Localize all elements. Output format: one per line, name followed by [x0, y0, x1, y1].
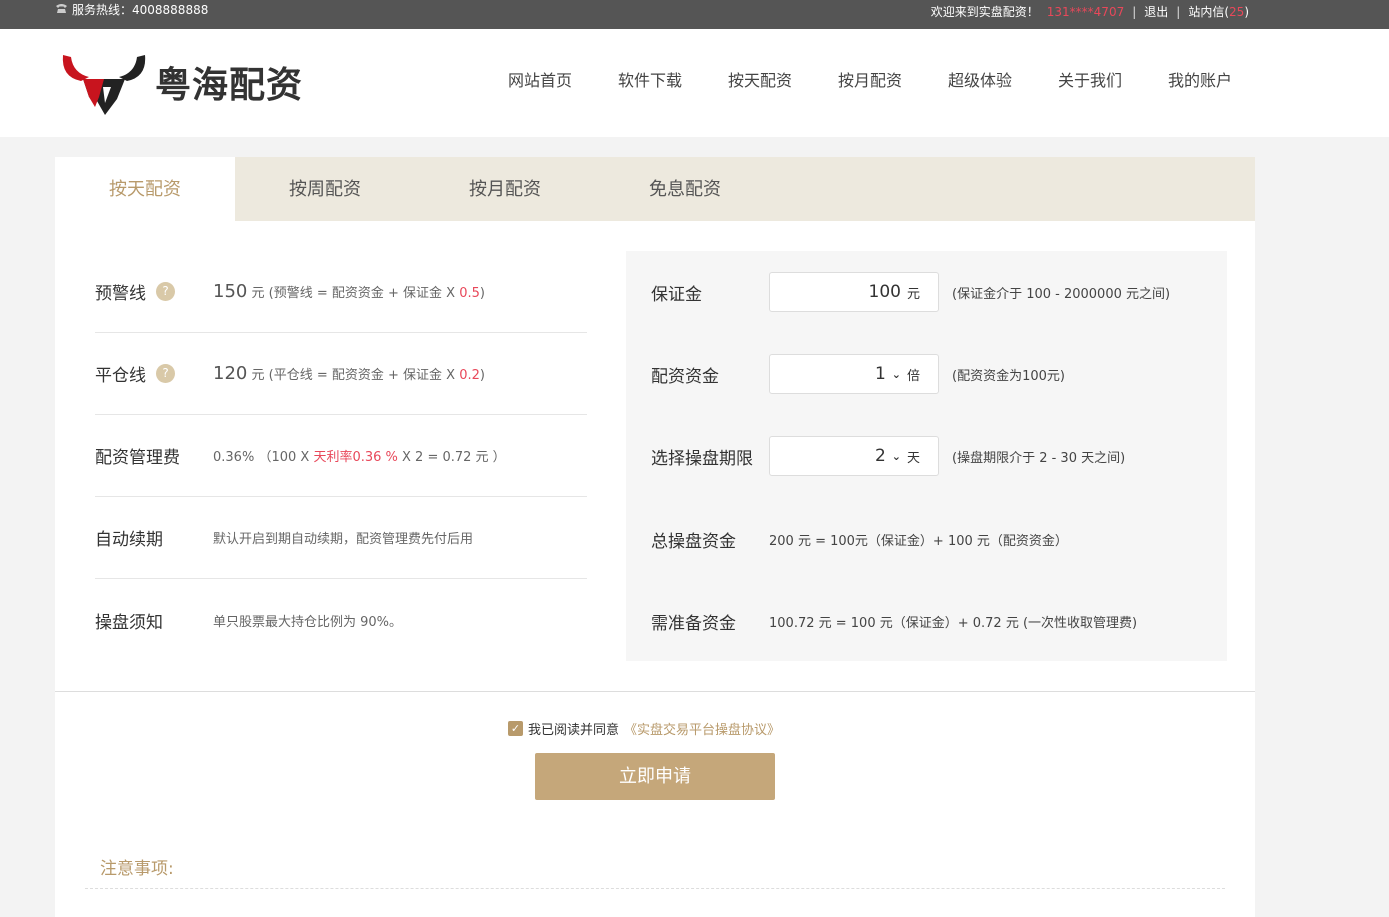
deposit-input[interactable]: 100 元 — [769, 272, 939, 312]
auto-renew-text: 默认开启到期自动续期，配资管理费先付后用 — [213, 532, 474, 547]
agreement-checkbox[interactable]: ✓ — [508, 721, 523, 736]
liquidation-line-row: 平仓线? 120 元 (平仓线 = 配资资金 + 保证金 X 0.2) — [95, 333, 587, 415]
multiple-select[interactable]: 1 ⌄ 倍 — [769, 354, 939, 394]
help-icon[interactable]: ? — [156, 364, 175, 383]
trading-notice-row: 操盘须知 单只股票最大持仓比例为 90%。 — [95, 579, 587, 661]
nav-trial[interactable]: 超级体验 — [925, 67, 1035, 91]
help-icon[interactable]: ? — [156, 282, 175, 301]
separator: | — [1132, 4, 1137, 19]
top-bar: 服务热线：4008888888 欢迎来到实盘配资！ 131****4707 | … — [0, 0, 1389, 29]
calculator-panel: 保证金 100 元 (保证金介于 100 - 2000000 元之间) 配资资金… — [626, 251, 1227, 661]
management-fee-value: 0.36% — [213, 450, 255, 465]
period-select[interactable]: 2 ⌄ 天 — [769, 436, 939, 476]
nav-monthly[interactable]: 按月配资 — [815, 67, 925, 91]
deposit-unit: 元 — [906, 286, 920, 302]
multiple-row: 配资资金 1 ⌄ 倍 (配资资金为100元) — [651, 354, 1065, 394]
main-nav: 网站首页 软件下载 按天配资 按月配资 超级体验 关于我们 我的账户 — [485, 67, 1255, 91]
notes-title: 注意事项: — [100, 859, 174, 879]
warning-line-ratio: 0.5 — [459, 286, 480, 301]
financing-card: 按天配资 按周配资 按月配资 免息配资 预警线? 150 元 (预警线 = 配资… — [55, 157, 1255, 917]
deposit-label: 保证金 — [651, 284, 702, 305]
required-funds-row: 需准备资金 100.72 元 = 100 元（保证金）+ 0.72 元 (一次性… — [651, 609, 1137, 634]
agreement-text: 我已阅读并同意 — [528, 723, 620, 738]
site-logo[interactable]: 粤海配资 — [59, 47, 303, 117]
logo-text: 粤海配资 — [155, 64, 304, 106]
liquidation-line-value: 120 — [213, 363, 248, 384]
hotline: 服务热线：4008888888 — [55, 0, 208, 29]
nav-home[interactable]: 网站首页 — [485, 67, 595, 91]
tab-interest-free[interactable]: 免息配资 — [595, 157, 775, 221]
period-label: 选择操盘期限 — [651, 448, 753, 469]
apply-button[interactable]: 立即申请 — [535, 753, 775, 800]
chevron-down-icon: ⌄ — [891, 367, 901, 381]
period-unit: 天 — [906, 450, 920, 466]
management-fee-formula-a: （100 X — [258, 450, 314, 465]
period-value: 2 — [874, 446, 886, 466]
user-link[interactable]: 131****4707 — [1047, 5, 1124, 19]
financing-tabs: 按天配资 按周配资 按月配资 免息配资 — [55, 157, 1255, 221]
warning-line-formula: (预警线 = 配资资金 + 保证金 X — [268, 286, 460, 301]
nav-account[interactable]: 我的账户 — [1145, 67, 1255, 91]
deposit-value: 100 — [868, 282, 901, 302]
chevron-down-icon: ⌄ — [891, 449, 901, 463]
management-fee-formula-b: X 2 = 0.72 元 ） — [397, 450, 506, 465]
bull-logo-icon — [62, 55, 146, 115]
liquidation-line-label: 平仓线 — [95, 366, 146, 386]
messages-label: 站内信 — [1188, 5, 1225, 19]
user-bar: 欢迎来到实盘配资！ 131****4707 | 退出 | 站内信(25) — [931, 3, 1249, 20]
agreement-link[interactable]: 《实盘交易平台操盘协议》 — [624, 719, 780, 738]
multiple-hint: (配资资金为100元) — [952, 368, 1065, 384]
liquidation-line-ratio: 0.2 — [459, 368, 480, 383]
management-fee-row: 配资管理费 0.36% （100 X 天利率0.36 % X 2 = 0.72 … — [95, 415, 587, 497]
liquidation-line-formula: (平仓线 = 配资资金 + 保证金 X — [268, 368, 460, 383]
warning-line-close: ) — [479, 286, 485, 301]
tab-daily[interactable]: 按天配资 — [55, 157, 235, 221]
warning-line-label: 预警线 — [95, 284, 146, 304]
warning-line-unit: 元 — [251, 286, 265, 301]
multiple-value: 1 — [874, 364, 886, 384]
daily-rate: 天利率0.36 % — [313, 450, 398, 465]
liquidation-line-close: ) — [479, 368, 485, 383]
separator: | — [1176, 4, 1181, 19]
warning-line-value: 150 — [213, 281, 248, 302]
auto-renew-label: 自动续期 — [95, 530, 163, 550]
total-capital-text: 200 元 = 100元（保证金）+ 100 元（配资资金） — [769, 534, 1068, 549]
tab-weekly[interactable]: 按周配资 — [235, 157, 415, 221]
management-fee-label: 配资管理费 — [95, 448, 180, 468]
required-funds-label: 需准备资金 — [651, 614, 736, 634]
deposit-row: 保证金 100 元 (保证金介于 100 - 2000000 元之间) — [651, 272, 1170, 312]
multiple-unit: 倍 — [906, 368, 920, 384]
trading-notice-text: 单只股票最大持仓比例为 90%。 — [213, 614, 403, 630]
nav-daily[interactable]: 按天配资 — [705, 67, 815, 91]
total-capital-label: 总操盘资金 — [651, 532, 736, 552]
logout-link[interactable]: 退出 — [1144, 3, 1168, 20]
trading-notice-label: 操盘须知 — [95, 612, 163, 633]
agreement-row: ✓ 我已阅读并同意 《实盘交易平台操盘协议》 — [508, 719, 780, 738]
period-hint: (操盘期限介于 2 - 30 天之间) — [952, 450, 1126, 466]
notes-divider — [85, 888, 1225, 889]
total-capital-row: 总操盘资金 200 元 = 100元（保证金）+ 100 元（配资资金） — [651, 527, 1068, 552]
multiple-label: 配资资金 — [651, 366, 719, 387]
warning-line-row: 预警线? 150 元 (预警线 = 配资资金 + 保证金 X 0.5) — [95, 251, 587, 333]
header: 粤海配资 网站首页 软件下载 按天配资 按月配资 超级体验 关于我们 我的账户 — [0, 29, 1389, 137]
nav-about[interactable]: 关于我们 — [1035, 67, 1145, 91]
period-row: 选择操盘期限 2 ⌄ 天 (操盘期限介于 2 - 30 天之间) — [651, 436, 1125, 476]
required-funds-text: 100.72 元 = 100 元（保证金）+ 0.72 元 (一次性收取管理费) — [769, 616, 1138, 631]
auto-renew-row: 自动续期 默认开启到期自动续期，配资管理费先付后用 — [95, 497, 587, 579]
divider — [55, 691, 1255, 692]
liquidation-line-unit: 元 — [251, 368, 265, 383]
phone-icon — [55, 0, 68, 20]
nav-download[interactable]: 软件下载 — [595, 67, 705, 91]
messages-link[interactable]: 站内信(25) — [1188, 3, 1249, 20]
deposit-hint: (保证金介于 100 - 2000000 元之间) — [952, 286, 1171, 302]
welcome-text: 欢迎来到实盘配资！ — [930, 5, 1039, 19]
info-panel: 预警线? 150 元 (预警线 = 配资资金 + 保证金 X 0.5) 平仓线?… — [95, 251, 587, 661]
hotline-text: 服务热线：4008888888 — [72, 2, 209, 17]
tab-monthly[interactable]: 按月配资 — [415, 157, 595, 221]
messages-count: 25 — [1229, 5, 1245, 19]
